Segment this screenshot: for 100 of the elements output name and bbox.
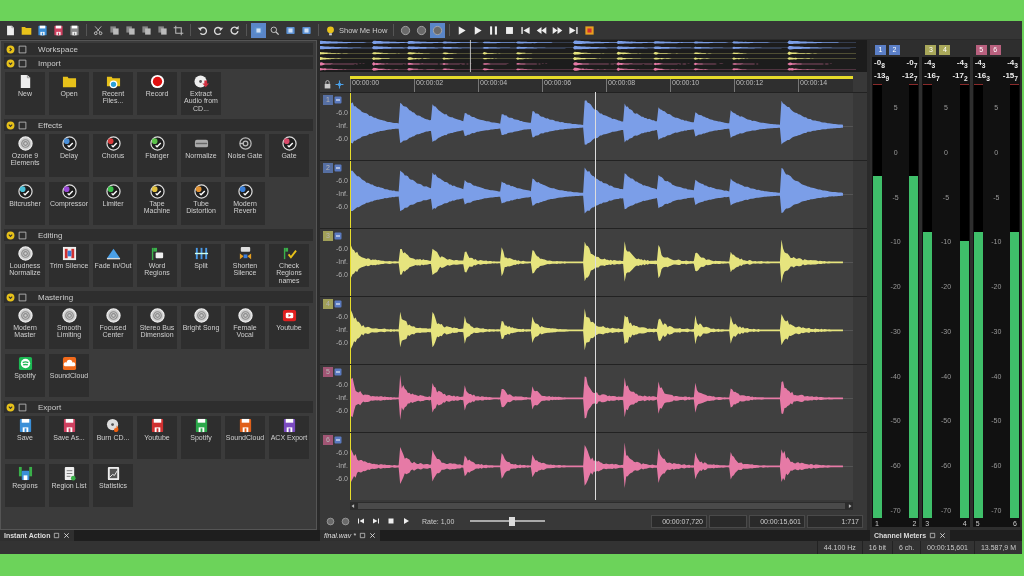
slider-thumb[interactable] [509, 516, 516, 526]
close-icon [63, 532, 71, 539]
skip-end-icon [568, 24, 580, 36]
knob-icon [281, 136, 297, 151]
circle-icon [326, 516, 335, 526]
copy-icon [125, 24, 136, 36]
peak-reading: -4$_{3}$ [1007, 58, 1018, 69]
folder-clock-icon [105, 74, 121, 89]
tool-icon [253, 24, 264, 36]
section-title: Effects [38, 120, 63, 130]
circle-icon [432, 24, 444, 36]
restore-icon [929, 532, 937, 539]
floppy-icon [237, 418, 253, 433]
crop-icon [173, 24, 184, 36]
minus-icon [334, 232, 342, 240]
section-header[interactable]: Export [4, 401, 313, 413]
chevron-down-icon [6, 292, 15, 302]
dial-icon [17, 308, 33, 323]
bulb-icon [325, 24, 336, 36]
play-icon [401, 517, 410, 525]
floppy-icon [17, 418, 33, 433]
floppy-icon [37, 24, 48, 36]
floppy-icon [281, 418, 297, 433]
time-field[interactable] [709, 514, 747, 528]
section-header[interactable]: Workspace [4, 43, 313, 55]
circle-icon [400, 24, 412, 36]
undo-icon [197, 24, 208, 36]
restore-icon [358, 532, 366, 539]
knob-icon [105, 184, 121, 199]
skip-end-icon [371, 517, 380, 525]
floppy-flags-icon [17, 466, 33, 481]
knob-icon [149, 184, 165, 199]
knob-icon [193, 184, 209, 199]
close-icon [368, 532, 376, 539]
section-header[interactable]: Effects [4, 119, 313, 131]
skip-back-icon [520, 24, 532, 36]
play-icon [472, 24, 484, 36]
record-icon [149, 74, 165, 89]
disc-flame-icon [105, 418, 121, 433]
chevron-right-icon [6, 44, 15, 54]
dial-icon [17, 136, 33, 151]
waves-logo-icon [17, 356, 33, 371]
floppy-icon [193, 418, 209, 433]
document-icon [5, 24, 16, 36]
rewind-icon [536, 24, 548, 36]
section-icon [18, 292, 27, 302]
chevron-down-icon [6, 58, 15, 68]
stop-icon [504, 24, 516, 36]
tool-icon [301, 24, 312, 36]
minus-icon [334, 300, 342, 308]
floppy-icon [61, 418, 77, 433]
peak-reading: -4$_{3}$ [974, 58, 986, 69]
ring-icon [237, 136, 253, 151]
peak-reading: -4$_{3}$ [924, 58, 936, 69]
knob-icon [237, 184, 253, 199]
dial-icon [149, 308, 165, 323]
section-icon [18, 120, 27, 130]
stop-icon [386, 517, 395, 525]
level-reading: -15$_{7}$ [1002, 70, 1018, 82]
folder-icon [61, 74, 77, 89]
close-icon [939, 532, 947, 539]
knob-icon [61, 136, 77, 151]
section-title: Export [38, 402, 62, 412]
section-header[interactable]: Editing [4, 229, 313, 241]
floppy-icon [53, 24, 64, 36]
cross-icon [335, 79, 344, 89]
search-icon [269, 24, 280, 36]
chevron-down-icon [6, 230, 15, 240]
arrow-left-icon [350, 503, 356, 509]
level-reading: -13$_{9}$ [874, 70, 890, 82]
section-header[interactable]: Import [4, 57, 313, 69]
knob-icon [61, 184, 77, 199]
section-title: Editing [38, 230, 63, 240]
knob-icon [105, 136, 121, 151]
minus-icon [334, 436, 342, 444]
lock-icon [323, 79, 332, 89]
floppy-icon [69, 24, 80, 36]
knob-icon [17, 184, 33, 199]
floppy-icon [149, 418, 165, 433]
section-title: Workspace [38, 44, 78, 54]
folder-icon [21, 24, 32, 36]
section-icon [18, 230, 27, 240]
circle-icon [341, 516, 350, 526]
flag-check-icon [281, 246, 297, 261]
skip-back-icon [356, 517, 365, 525]
toolbar-button[interactable] [251, 22, 266, 38]
section-header[interactable]: Mastering [4, 291, 313, 303]
dial-icon [193, 308, 209, 323]
peak-reading: -4$_{3}$ [956, 58, 968, 69]
horizontal-scrollbar[interactable] [350, 502, 853, 510]
copy-icon [141, 24, 152, 36]
peak-reading: -0$_{7}$ [906, 58, 918, 69]
pause-icon [488, 24, 500, 36]
copy-icon [109, 24, 120, 36]
section-title: Import [38, 58, 61, 68]
dial-icon [61, 308, 77, 323]
minus-icon [334, 164, 342, 172]
restore-icon [53, 532, 61, 539]
copy-icon [157, 24, 168, 36]
level-reading: -12$_{7}$ [902, 70, 918, 82]
